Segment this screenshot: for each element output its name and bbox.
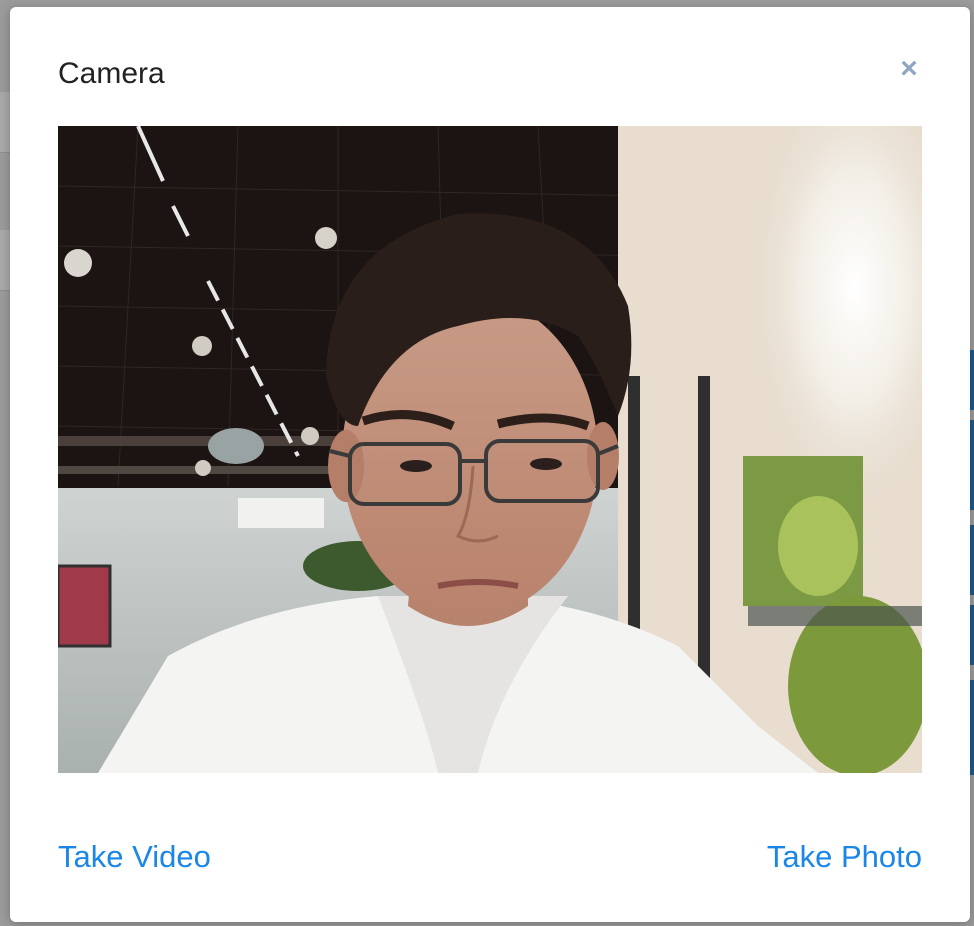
camera-preview xyxy=(58,126,922,773)
close-icon[interactable]: × xyxy=(894,51,924,87)
camera-feed-image xyxy=(58,126,922,773)
take-photo-button[interactable]: Take Photo xyxy=(767,835,922,879)
take-video-button[interactable]: Take Video xyxy=(58,835,211,879)
modal-title: Camera xyxy=(58,57,165,90)
camera-modal: Camera × Take Video Take Photo xyxy=(10,7,970,922)
modal-footer: Take Video Take Photo xyxy=(58,835,922,879)
